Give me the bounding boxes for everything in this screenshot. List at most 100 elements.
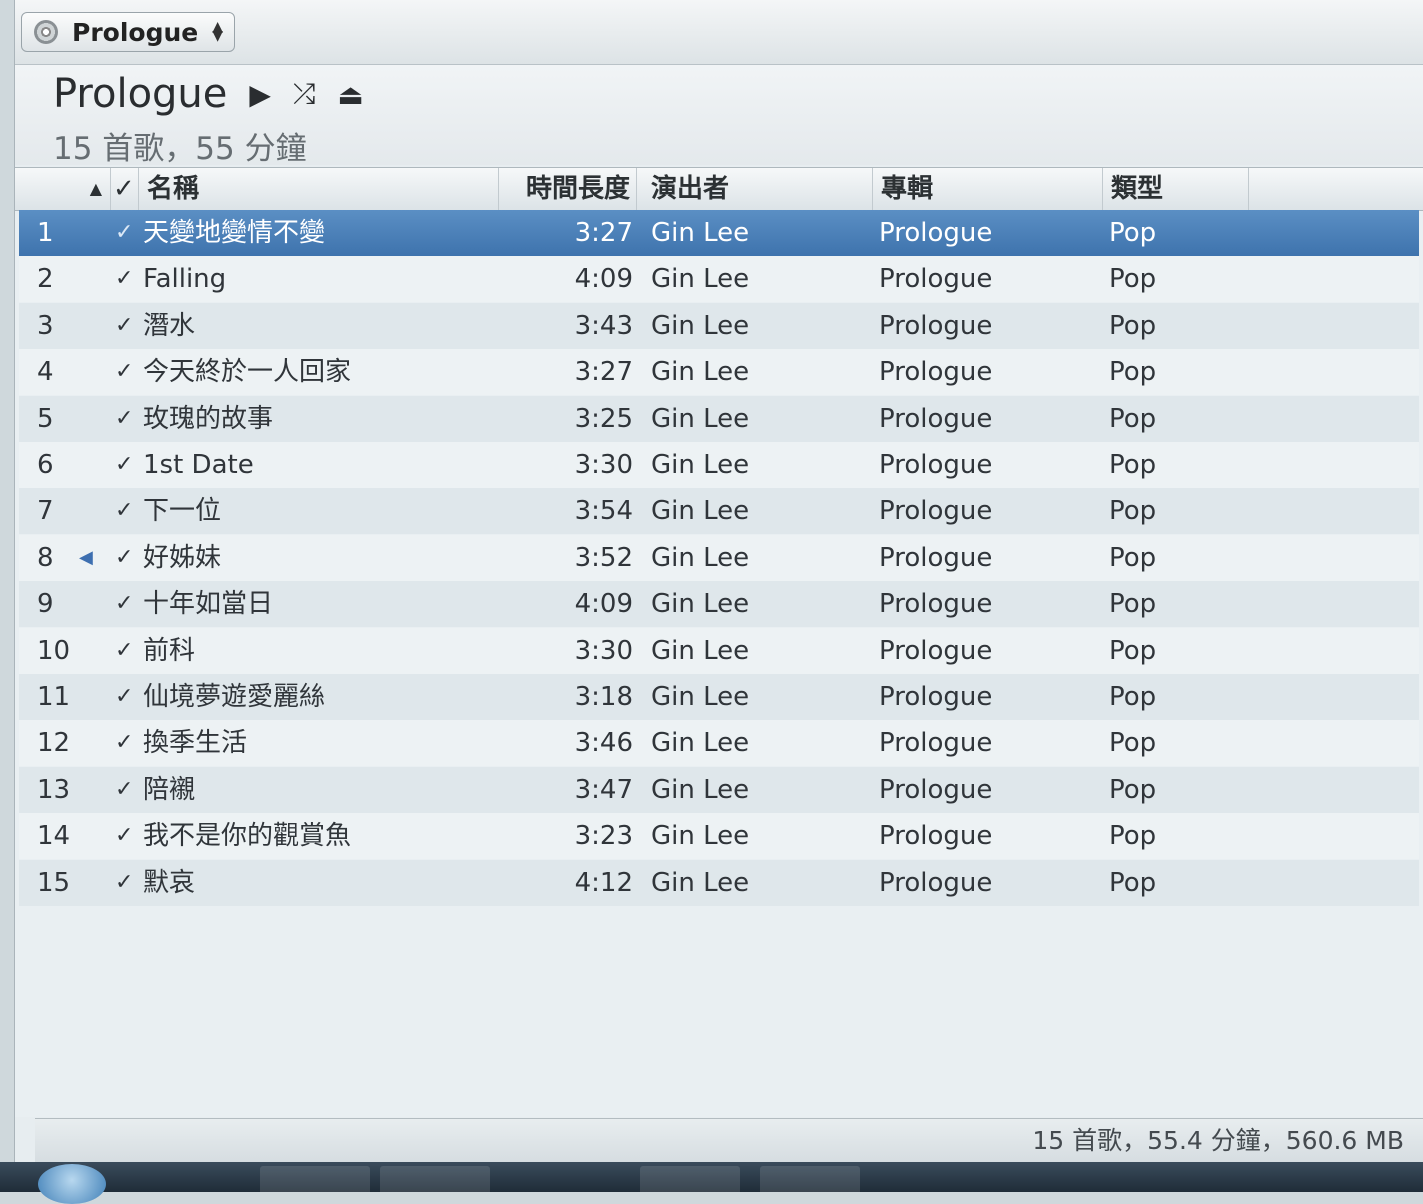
table-row[interactable]: 15 ✓ 默哀 4:12 Gin Lee Prologue Pop <box>19 859 1419 906</box>
track-name: 我不是你的觀賞魚 <box>143 821 352 852</box>
column-name[interactable]: 名稱 <box>139 168 499 210</box>
album-selector[interactable]: Prologue ▲ ▼ <box>21 12 235 52</box>
shuffle-icon[interactable]: ⤮ <box>293 77 315 111</box>
track-checkbox[interactable]: ✓ <box>115 349 139 395</box>
track-number: 4 <box>37 357 54 388</box>
track-artist: Gin Lee <box>651 310 750 341</box>
track-album: Prologue <box>879 264 993 295</box>
track-genre: Pop <box>1109 218 1157 248</box>
track-time: 3:46 <box>574 728 633 759</box>
column-genre[interactable]: 類型 <box>1103 168 1249 210</box>
track-artist: Gin Lee <box>651 635 750 666</box>
track-name: 1st Date <box>143 450 254 480</box>
track-genre: Pop <box>1109 589 1157 620</box>
track-number: 1 <box>37 218 54 248</box>
table-row[interactable]: 4 ✓ 今天終於一人回家 3:27 Gin Lee Prologue Pop <box>19 349 1419 396</box>
track-name: 下一位 <box>143 496 222 527</box>
track-artist: Gin Lee <box>651 774 750 805</box>
sort-ascending-icon[interactable]: ▲ <box>15 168 111 210</box>
taskbar-button[interactable] <box>760 1166 860 1192</box>
track-checkbox[interactable]: ✓ <box>115 860 139 906</box>
track-artist: Gin Lee <box>651 682 750 712</box>
track-number: 9 <box>37 589 54 620</box>
column-album[interactable]: 專輯 <box>873 168 1103 210</box>
table-row[interactable]: 13 ✓ 陪襯 3:47 Gin Lee Prologue Pop <box>19 766 1419 813</box>
table-row[interactable]: 11 ✓ 仙境夢遊愛麗絲 3:18 Gin Lee Prologue Pop <box>19 674 1419 720</box>
table-row[interactable]: 5 ✓ 玫瑰的故事 3:25 Gin Lee Prologue Pop <box>19 395 1419 442</box>
track-checkbox[interactable]: ✓ <box>115 303 139 349</box>
track-table: ▲ ✓ 名稱 時間長度 演出者 專輯 類型 1 ✓ 天變地變情不變 3:27 Gin L… <box>15 167 1423 1117</box>
track-album: Prologue <box>879 867 993 898</box>
taskbar-button[interactable] <box>260 1166 370 1192</box>
track-genre: Pop <box>1109 403 1157 434</box>
track-artist: Gin Lee <box>651 867 750 898</box>
table-row[interactable]: 9 ✓ 十年如當日 4:09 Gin Lee Prologue Pop <box>19 581 1419 628</box>
track-time: 3:25 <box>574 403 633 434</box>
track-time: 3:18 <box>574 682 633 712</box>
track-checkbox[interactable]: ✓ <box>115 442 139 488</box>
itunes-window: Prologue ▲ ▼ Prologue ▶ ⤮ ⏏ 15 首歌，55 分鐘 ▲… <box>14 0 1423 1162</box>
track-number: 10 <box>37 635 71 666</box>
table-row[interactable]: 10 ✓ 前科 3:30 Gin Lee Prologue Pop <box>19 627 1419 674</box>
track-number: 14 <box>37 821 71 852</box>
track-artist: Gin Lee <box>651 403 750 434</box>
track-genre: Pop <box>1109 496 1157 527</box>
track-number: 3 <box>37 310 54 341</box>
track-genre: Pop <box>1109 682 1157 712</box>
track-checkbox[interactable]: ✓ <box>115 767 139 813</box>
track-time: 4:09 <box>574 264 633 295</box>
track-checkbox[interactable]: ✓ <box>115 210 139 256</box>
track-checkbox[interactable]: ✓ <box>115 396 139 442</box>
eject-icon[interactable]: ⏏ <box>337 78 363 111</box>
column-artist[interactable]: 演出者 <box>637 168 873 210</box>
track-name: 今天終於一人回家 <box>143 357 352 388</box>
track-genre: Pop <box>1109 635 1157 666</box>
track-checkbox[interactable]: ✓ <box>115 581 139 627</box>
taskbar-button[interactable] <box>640 1166 740 1192</box>
taskbar-button[interactable] <box>380 1166 490 1192</box>
table-row[interactable]: 2 ✓ Falling 4:09 Gin Lee Prologue Pop <box>19 256 1419 303</box>
track-checkbox[interactable]: ✓ <box>115 488 139 534</box>
album-summary: 15 首歌，55 分鐘 <box>53 131 307 167</box>
table-row[interactable]: 14 ✓ 我不是你的觀賞魚 3:23 Gin Lee Prologue Pop <box>19 813 1419 860</box>
track-number: 6 <box>37 450 54 480</box>
column-check[interactable]: ✓ <box>111 168 139 210</box>
track-genre: Pop <box>1109 728 1157 759</box>
play-icon[interactable]: ▶ <box>249 78 271 111</box>
track-album: Prologue <box>879 682 993 712</box>
table-row[interactable]: 12 ✓ 換季生活 3:46 Gin Lee Prologue Pop <box>19 720 1419 767</box>
track-checkbox[interactable]: ✓ <box>115 813 139 859</box>
track-album: Prologue <box>879 774 993 805</box>
table-header: ▲ ✓ 名稱 時間長度 演出者 專輯 類型 <box>15 167 1423 211</box>
track-name: 十年如當日 <box>143 589 274 620</box>
taskbar <box>0 1162 1423 1204</box>
track-time: 4:09 <box>574 589 633 620</box>
table-row[interactable]: 7 ✓ 下一位 3:54 Gin Lee Prologue Pop <box>19 488 1419 535</box>
track-time: 3:27 <box>574 218 633 248</box>
track-checkbox[interactable]: ✓ <box>115 720 139 766</box>
toolbar: Prologue ▲ ▼ <box>15 0 1423 65</box>
track-checkbox[interactable]: ✓ <box>115 628 139 674</box>
start-button[interactable] <box>38 1164 106 1204</box>
table-row[interactable]: 3 ✓ 潛水 3:43 Gin Lee Prologue Pop <box>19 302 1419 349</box>
track-time: 3:43 <box>574 310 633 341</box>
track-checkbox[interactable]: ✓ <box>115 256 139 302</box>
table-row[interactable]: 1 ✓ 天變地變情不變 3:27 Gin Lee Prologue Pop <box>19 210 1419 256</box>
track-album: Prologue <box>879 728 993 759</box>
track-artist: Gin Lee <box>651 589 750 620</box>
track-checkbox[interactable]: ✓ <box>115 674 139 720</box>
track-genre: Pop <box>1109 774 1157 805</box>
track-album: Prologue <box>879 450 993 480</box>
track-time: 3:54 <box>574 496 633 527</box>
column-time[interactable]: 時間長度 <box>499 168 637 210</box>
track-checkbox[interactable]: ✓ <box>115 535 139 581</box>
track-genre: Pop <box>1109 310 1157 341</box>
track-album: Prologue <box>879 542 993 573</box>
track-genre: Pop <box>1109 542 1157 573</box>
table-row[interactable]: 6 ✓ 1st Date 3:30 Gin Lee Prologue Pop <box>19 442 1419 488</box>
album-header: Prologue ▶ ⤮ ⏏ 15 首歌，55 分鐘 <box>15 65 1423 167</box>
page-title: Prologue <box>53 71 228 117</box>
table-row[interactable]: 8 ✓ 好姊妹 3:52 Gin Lee Prologue Pop ◀ <box>19 534 1419 581</box>
track-time: 3:47 <box>574 774 633 805</box>
track-number: 13 <box>37 774 71 805</box>
